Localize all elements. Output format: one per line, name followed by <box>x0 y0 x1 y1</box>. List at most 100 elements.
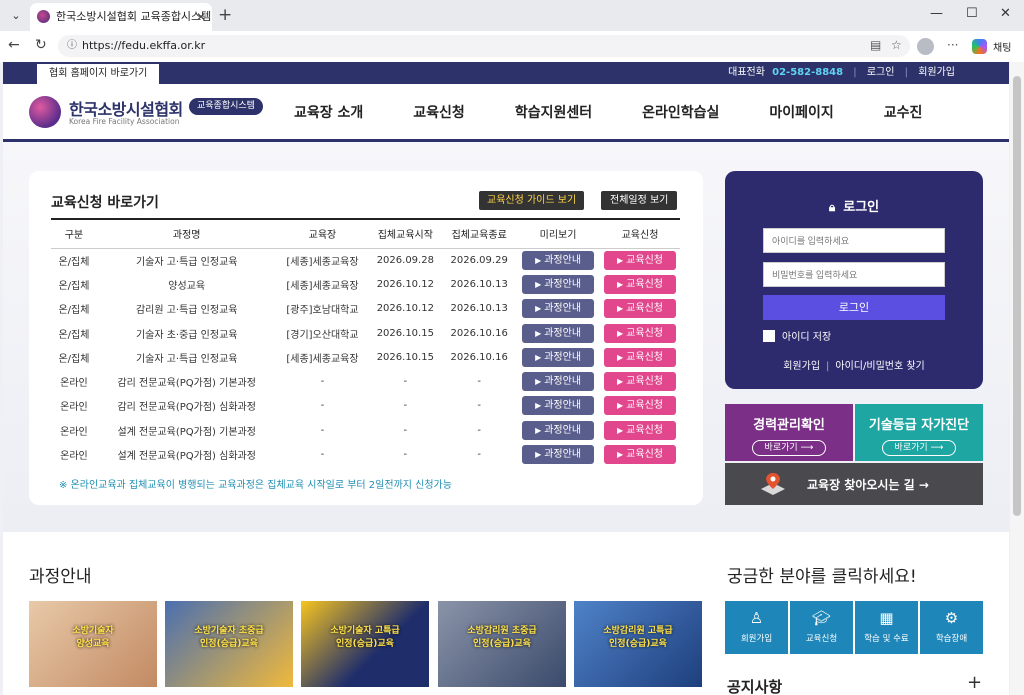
signup-link[interactable]: 회원가입 <box>783 361 820 372</box>
more-menu-icon[interactable]: ··· <box>947 38 958 52</box>
nav-item-online[interactable]: 온라인학습실 <box>617 84 744 142</box>
maximize-icon[interactable]: ☐ <box>966 6 978 21</box>
row-apply-cell: ▶ 교육신청 <box>600 345 680 369</box>
homepage-link[interactable]: 협회 홈페이지 바로가기 <box>37 64 160 84</box>
tab-list-icon[interactable]: ⌄ <box>6 6 26 26</box>
nav-item-mypage[interactable]: 마이페이지 <box>744 84 858 142</box>
career-check-box[interactable]: 경력관리확인 바로가기 ⟶ <box>725 404 853 461</box>
course-card-caption: 소방기술자 초중급 인정(승급)교육 <box>194 626 264 649</box>
directions-bar[interactable]: 교육장 찾아오시는 길 → <box>725 463 983 505</box>
phone-number: 02-582-8848 <box>772 67 844 78</box>
scrollbar-thumb[interactable] <box>1013 76 1021 516</box>
row-preview-cell: ▶ 과정안내 <box>516 321 600 345</box>
col-place: 교육장 <box>276 218 369 249</box>
apply-button[interactable]: ▶ 교육신청 <box>604 299 676 319</box>
reader-icon[interactable]: ▤ <box>870 38 881 52</box>
association-logo-icon[interactable] <box>29 96 61 128</box>
page-scrollbar[interactable] <box>1010 62 1024 695</box>
course-info-button[interactable]: ▶ 과정안내 <box>522 396 595 416</box>
tile-trouble[interactable]: ⚙ 학습장애 <box>920 601 983 654</box>
row-apply-cell: ▶ 교육신청 <box>600 418 680 442</box>
tech-grade-title: 기술등급 자가진단 <box>868 418 970 433</box>
course-info-button[interactable]: ▶ 과정안내 <box>522 420 595 440</box>
nav-item-support[interactable]: 학습지원센터 <box>490 84 617 142</box>
nav-item-facility[interactable]: 교육장 소개 <box>269 84 388 142</box>
course-info-button[interactable]: ▶ 과정안내 <box>522 445 595 465</box>
col-apply: 교육신청 <box>600 218 680 249</box>
tile-signup[interactable]: ♙ 회원가입 <box>725 601 788 654</box>
top-signup-link[interactable]: 회원가입 <box>918 67 955 78</box>
apply-button[interactable]: ▶ 교육신청 <box>604 420 676 440</box>
course-info-button[interactable]: ▶ 과정안내 <box>522 274 595 294</box>
row-place: [경기]오산대학교 <box>286 329 359 341</box>
apply-button[interactable]: ▶ 교육신청 <box>604 396 676 416</box>
row-place: - <box>320 449 325 461</box>
address-bar[interactable]: ⓘ https://fedu.ekffa.or.kr <box>58 35 910 57</box>
save-id-checkbox[interactable]: 아이디 저장 <box>763 328 831 343</box>
profile-avatar[interactable] <box>917 38 934 55</box>
refresh-icon[interactable]: ↻ <box>35 37 47 53</box>
site-info-icon[interactable]: ⓘ <box>67 35 77 57</box>
apply-button[interactable]: ▶ 교육신청 <box>604 323 676 343</box>
table-row: 온/집체 기술자 고·특급 인정교육 [세종]세종교육장 2026.10.15 2026… <box>51 345 680 369</box>
row-place: [세종]세종교육장 <box>286 353 359 365</box>
course-card-5[interactable]: 소방감리원 고특급 인정(승급)교육 <box>574 601 702 687</box>
course-info-button[interactable]: ▶ 과정안내 <box>522 299 595 319</box>
nav-item-apply[interactable]: 교육신청 <box>388 84 490 142</box>
course-card-3[interactable]: 소방기술자 고특급 인정(승급)교육 <box>301 601 429 687</box>
play-icon: ▶ <box>617 377 624 387</box>
lock-icon: 🔒︎ <box>828 200 836 214</box>
full-schedule-button[interactable]: 전체일정 보기 <box>601 191 678 210</box>
apply-button[interactable]: ▶ 교육신청 <box>604 250 676 270</box>
row-course-name: 감리 전문교육(PQ가점) 기본과정 <box>117 378 256 390</box>
chat-button[interactable]: 채팅 <box>993 39 1011 54</box>
course-info-button[interactable]: ▶ 과정안내 <box>522 347 595 367</box>
tile-learning[interactable]: ▦ 학습 및 수료 <box>855 601 918 654</box>
login-button[interactable]: 로그인 <box>763 295 945 320</box>
col-start: 집체교육시작 <box>368 218 443 249</box>
career-check-button[interactable]: 바로가기 ⟶ <box>751 440 827 456</box>
minimize-icon[interactable]: — <box>930 6 943 21</box>
top-login-link[interactable]: 로그인 <box>867 67 895 78</box>
row-preview-cell: ▶ 과정안내 <box>516 272 600 296</box>
tile-apply[interactable]: 🎓︎ 교육신청 <box>790 601 853 654</box>
row-apply-cell: ▶ 교육신청 <box>600 442 680 466</box>
close-tab-icon[interactable]: ✕ <box>196 3 206 31</box>
course-card-caption: 소방기술자 양성교육 <box>72 626 114 649</box>
new-tab-icon[interactable]: + <box>218 5 232 25</box>
apply-button[interactable]: ▶ 교육신청 <box>604 347 676 367</box>
favicon-icon <box>37 10 50 23</box>
row-place: [광주]호남대학교 <box>286 305 359 317</box>
copilot-icon[interactable] <box>972 39 987 54</box>
apply-button[interactable]: ▶ 교육신청 <box>604 372 676 392</box>
course-card-1[interactable]: 소방기술자 양성교육 <box>29 601 157 687</box>
table-row: 온/집체 기술자 고·특급 인정교육 [세종]세종교육장 2026.09.28 2026… <box>51 248 680 272</box>
course-info-button[interactable]: ▶ 과정안내 <box>522 323 595 343</box>
play-icon: ▶ <box>617 450 624 460</box>
tech-grade-box[interactable]: 기술등급 자가진단 바로가기 ⟶ <box>855 404 983 461</box>
apply-button[interactable]: ▶ 교육신청 <box>604 274 676 294</box>
browser-tab[interactable]: 한국소방시설협회 교육종합시스템 ✕ <box>30 3 212 31</box>
row-type: 온/집체 <box>58 353 90 365</box>
table-header-row: 구분 과정명 교육장 집체교육시작 집체교육종료 미리보기 교육신청 <box>51 218 680 249</box>
course-card-4[interactable]: 소방감리원 초중급 인정(승급)교육 <box>438 601 566 687</box>
password-input[interactable] <box>763 262 945 287</box>
favorite-star-icon[interactable]: ☆ <box>891 38 902 52</box>
notice-more-icon[interactable]: + <box>967 672 982 693</box>
row-end-date: - <box>477 376 481 388</box>
checkbox-box[interactable] <box>763 330 775 342</box>
back-icon[interactable]: ← <box>8 37 20 53</box>
map-pin-icon <box>761 473 785 495</box>
course-info-button[interactable]: ▶ 과정안내 <box>522 372 595 392</box>
nav-item-faculty[interactable]: 교수진 <box>859 84 948 142</box>
tech-grade-button[interactable]: 바로가기 ⟶ <box>881 440 957 456</box>
id-input[interactable] <box>763 228 945 253</box>
apply-button[interactable]: ▶ 교육신청 <box>604 445 676 465</box>
course-info-button[interactable]: ▶ 과정안내 <box>522 250 595 270</box>
tab-strip: ⌄ 한국소방시설협회 교육종합시스템 ✕ + — ☐ ✕ <box>0 0 1024 31</box>
apply-guide-button[interactable]: 교육신청 가이드 보기 <box>479 191 585 210</box>
find-account-link[interactable]: 아이디/비밀번호 찾기 <box>835 361 924 372</box>
row-type: 온/집체 <box>58 305 90 317</box>
course-card-2[interactable]: 소방기술자 초중급 인정(승급)교육 <box>165 601 293 687</box>
close-window-icon[interactable]: ✕ <box>1000 6 1011 21</box>
